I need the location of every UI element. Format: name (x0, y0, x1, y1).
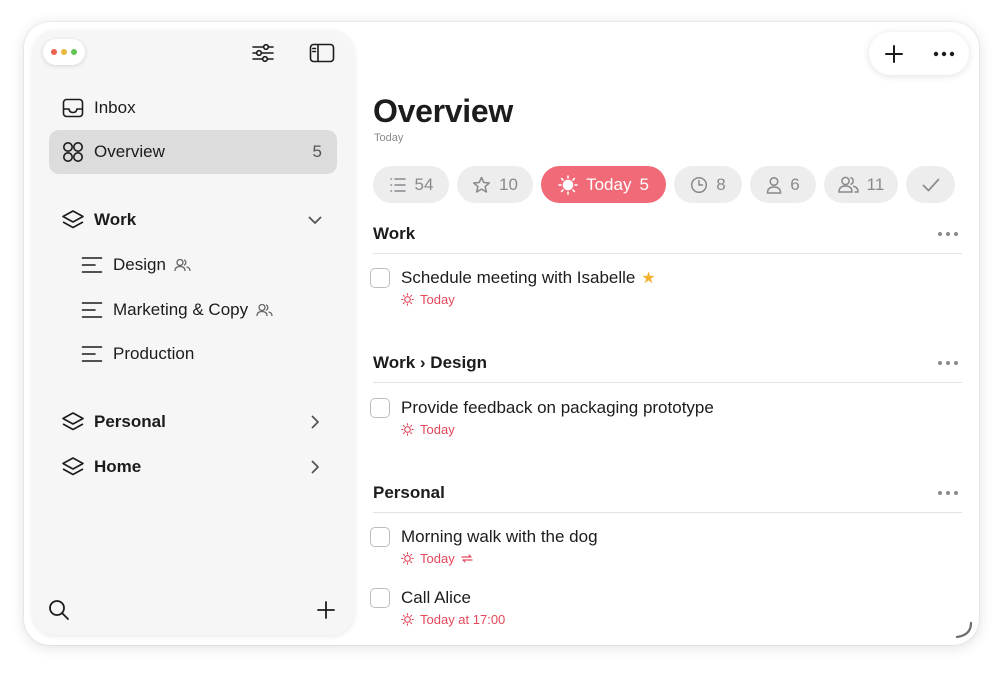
sidebar-group-home[interactable]: Home (49, 445, 337, 489)
section-header: Work › Design (373, 344, 962, 383)
layers-icon (60, 455, 86, 479)
section-header: Personal (373, 474, 962, 513)
filter-starred[interactable]: 10 (457, 166, 533, 203)
sidebar-item-inbox[interactable]: Inbox (49, 86, 337, 130)
task-title[interactable]: Schedule meeting with Isabelle (401, 268, 635, 288)
shared-people-icon (174, 258, 191, 272)
sidebar-group-label: Work (94, 210, 137, 229)
task-due: Today (420, 551, 455, 566)
filter-scheduled[interactable]: 8 (674, 166, 742, 203)
section-title: Work (373, 224, 416, 243)
chevron-right-icon[interactable] (307, 414, 323, 430)
app-window: Inbox Overview 5 Work Design Marketing &… (24, 22, 979, 645)
filter-today[interactable]: Today 5 (541, 166, 666, 203)
filter-count: 10 (499, 174, 518, 194)
close-window-button[interactable] (51, 49, 57, 55)
ellipsis-icon[interactable] (938, 232, 958, 236)
more-button[interactable] (929, 39, 959, 69)
grid-icon (60, 140, 86, 164)
sun-outline-icon (401, 552, 414, 565)
sidebar-icon[interactable] (308, 41, 336, 65)
list-lines-icon (79, 253, 105, 277)
filter-count: 5 (639, 174, 649, 194)
task-checkbox[interactable] (370, 268, 390, 288)
task-checkbox[interactable] (370, 398, 390, 418)
sidebar-list-production[interactable]: Production (69, 332, 337, 376)
person-icon (766, 176, 782, 194)
sidebar-item-count: 5 (312, 142, 322, 161)
people-icon (837, 176, 859, 193)
section-title: Personal (373, 483, 445, 502)
section-header: Work (373, 215, 962, 254)
toolbar-actions (869, 32, 969, 75)
sidebar: Inbox Overview 5 Work Design Marketing &… (33, 31, 354, 635)
chevron-down-icon[interactable] (307, 212, 323, 228)
task-due: Today (420, 292, 455, 307)
repeat-icon (461, 553, 473, 564)
plus-icon (885, 44, 903, 63)
task-due: Today at 17:00 (420, 612, 506, 627)
section-title: Work › Design (373, 353, 487, 372)
task-title[interactable]: Call Alice (401, 588, 471, 608)
sidebar-item-label: Design (113, 255, 166, 274)
page-title: Overview (373, 93, 513, 129)
filter-count: 6 (790, 174, 800, 194)
sidebar-item-overview[interactable]: Overview 5 (49, 130, 337, 174)
task-title[interactable]: Provide feedback on packaging prototype (401, 398, 714, 418)
sidebar-list-marketing[interactable]: Marketing & Copy (69, 288, 337, 332)
minimize-window-button[interactable] (61, 49, 67, 55)
window-controls[interactable] (43, 39, 85, 65)
clock-icon (690, 176, 708, 194)
ellipsis-icon[interactable] (938, 491, 958, 495)
list-lines-icon (79, 342, 105, 366)
sidebar-group-label: Home (94, 457, 142, 476)
filter-label: Today (586, 174, 632, 194)
star-filled-icon: ★ (641, 270, 656, 287)
sidebar-group-work[interactable]: Work (49, 198, 337, 242)
filter-count: 11 (866, 174, 885, 194)
sun-outline-icon (401, 293, 414, 306)
layers-icon (60, 410, 86, 434)
inbox-icon (60, 96, 86, 120)
sun-outline-icon (401, 423, 414, 436)
task-checkbox[interactable] (370, 527, 390, 547)
shared-people-icon (256, 303, 273, 317)
plus-icon[interactable] (314, 598, 338, 622)
list-lines-icon (79, 298, 105, 322)
ellipsis-icon[interactable] (938, 361, 958, 365)
ellipsis-icon (933, 51, 955, 56)
chevron-right-icon[interactable] (307, 459, 323, 475)
filter-all[interactable]: 54 (373, 166, 449, 203)
filter-shared[interactable]: 11 (824, 166, 898, 203)
sidebar-group-personal[interactable]: Personal (49, 400, 337, 444)
resize-handle-icon[interactable] (953, 619, 973, 639)
task-checkbox[interactable] (370, 588, 390, 608)
filter-count: 54 (414, 174, 434, 194)
star-icon (472, 176, 491, 194)
sun-icon (558, 174, 578, 195)
page-subtitle: Today (374, 132, 404, 144)
sidebar-group-label: Personal (94, 412, 166, 431)
search-icon[interactable] (47, 598, 71, 622)
filter-completed[interactable] (906, 166, 955, 203)
filter-assigned[interactable]: 6 (750, 166, 816, 203)
task-due: Today (420, 422, 455, 437)
sidebar-item-label: Marketing & Copy (113, 300, 249, 319)
sidebar-item-label: Inbox (94, 98, 136, 117)
add-task-button[interactable] (879, 39, 909, 69)
zoom-window-button[interactable] (71, 49, 77, 55)
layers-icon (60, 208, 86, 232)
task-title[interactable]: Morning walk with the dog (401, 527, 598, 547)
filter-count: 8 (716, 174, 726, 194)
filter-bar: 54 10 Today 5 8 6 11 (373, 166, 955, 203)
list-icon (389, 177, 407, 193)
sliders-icon[interactable] (249, 41, 277, 65)
sidebar-item-label: Production (113, 344, 195, 363)
sidebar-item-label: Overview (94, 142, 165, 161)
checkmark-icon (922, 178, 940, 192)
sun-outline-icon (401, 613, 414, 626)
sidebar-list-design[interactable]: Design (69, 243, 337, 287)
